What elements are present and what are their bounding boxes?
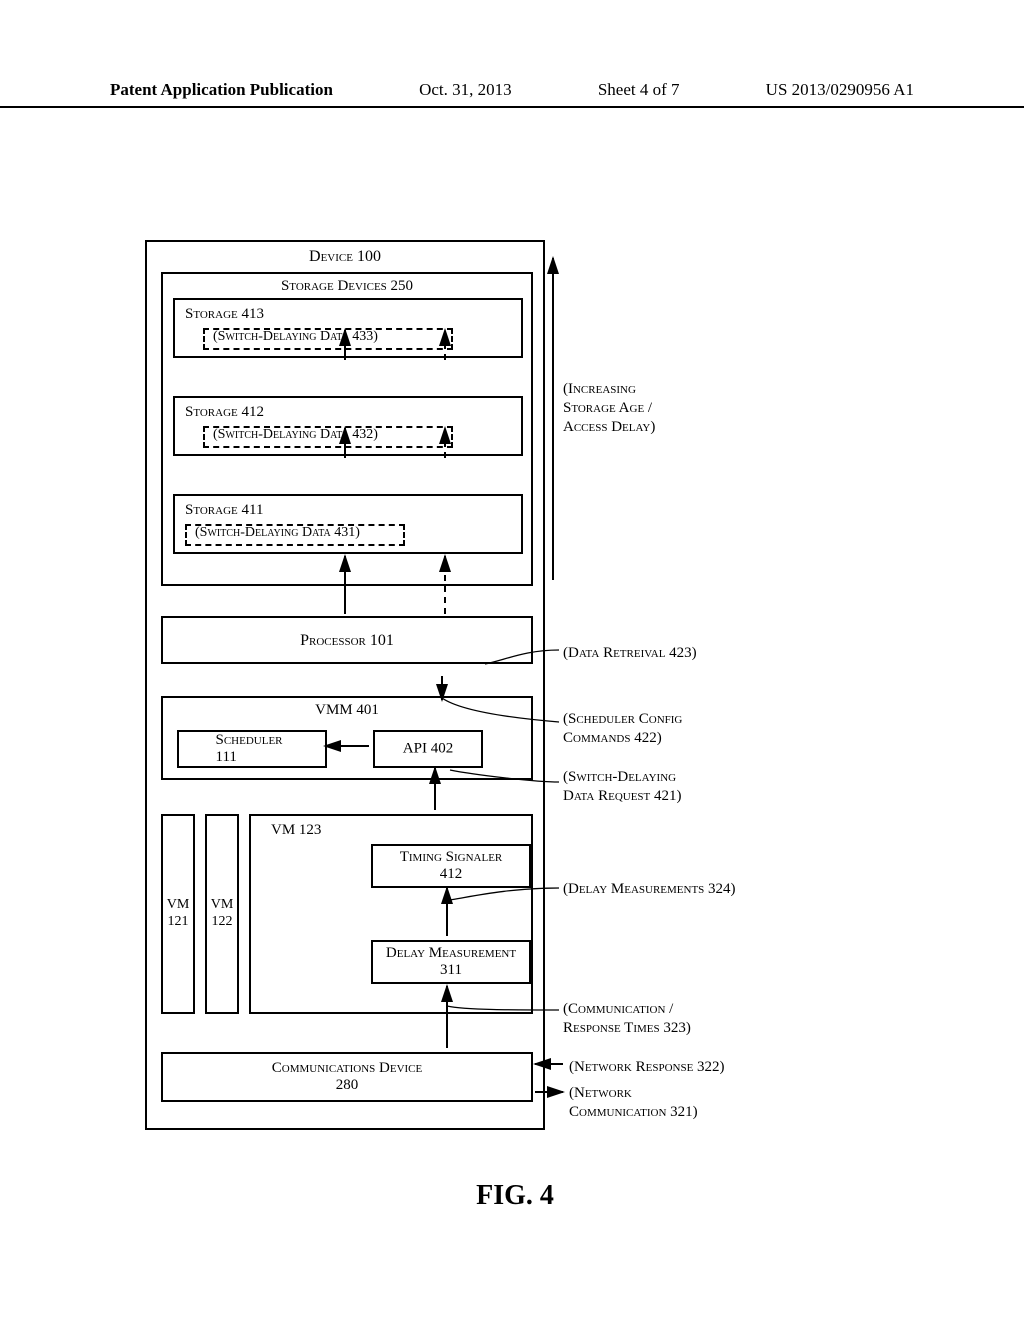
doc-number: US 2013/0290956 A1 [766,80,914,100]
page-header: Patent Application Publication Oct. 31, … [0,80,1024,108]
figure-area: Device 100 Storage Devices 250 Storage 4… [145,210,885,1220]
sheet-number: Sheet 4 of 7 [598,80,680,100]
arrows-overlay [145,210,885,1170]
figure-caption: FIG. 4 [476,1180,554,1212]
pub-date: Oct. 31, 2013 [419,80,512,100]
publication-label: Patent Application Publication [110,80,333,100]
